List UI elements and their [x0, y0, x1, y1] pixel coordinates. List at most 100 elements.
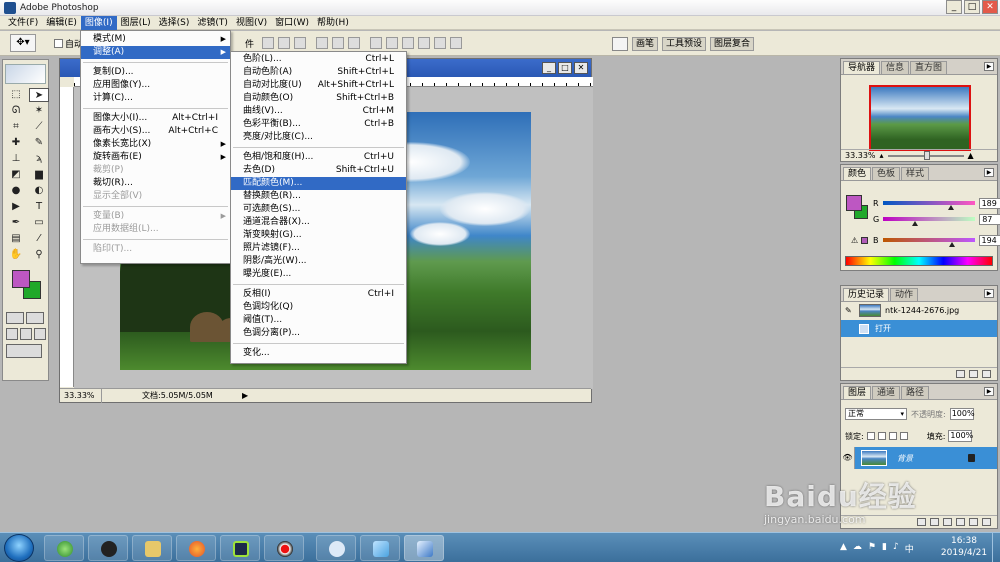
taskbar-app-firefox[interactable]: [176, 535, 216, 561]
tab-styles[interactable]: 样式: [901, 167, 930, 180]
panel-menu-icon[interactable]: ▶: [984, 289, 994, 298]
adjust_menu-item[interactable]: 渐变映射(G)...: [231, 229, 406, 242]
align-middle-icon[interactable]: [278, 37, 291, 49]
tab-navigator[interactable]: 导航器: [843, 61, 881, 74]
zoom-out-icon[interactable]: ▴: [880, 151, 884, 160]
taskbar-app-360[interactable]: [44, 535, 84, 561]
lock-position-icon[interactable]: [888, 432, 897, 440]
image_menu-item[interactable]: 复制(D)...: [81, 66, 230, 79]
standard-mode-icon[interactable]: [6, 312, 24, 324]
adjust_menu-item[interactable]: 通道混合器(X)...: [231, 216, 406, 229]
zoom-slider[interactable]: [887, 150, 964, 160]
image_menu-item[interactable]: 调整(A) ▶: [81, 46, 230, 59]
screen-mode-fullmenu-icon[interactable]: [20, 328, 32, 340]
delete-state-icon[interactable]: [982, 370, 991, 378]
align-center-icon[interactable]: [332, 37, 345, 49]
channel-slider-r[interactable]: [882, 201, 975, 210]
new-snapshot-icon[interactable]: [969, 370, 978, 378]
brush-tool-icon[interactable]: ✎: [29, 136, 49, 150]
taskbar-clock[interactable]: 16:38 2019/4/21: [936, 535, 992, 559]
adjust_menu-item[interactable]: 自动对比度(U) Alt+Shift+Ctrl+L: [231, 79, 406, 92]
tab-swatches[interactable]: 色板: [872, 167, 901, 180]
tray-ime-icon[interactable]: 中: [905, 542, 914, 555]
adjust_menu-item[interactable]: 照片滤镜(F)...: [231, 242, 406, 255]
align-left-icon[interactable]: [316, 37, 329, 49]
screen-mode-full-icon[interactable]: [34, 328, 46, 340]
slider-marker[interactable]: [949, 242, 956, 247]
close-button[interactable]: ✕: [982, 0, 998, 14]
navigator-zoom-value[interactable]: 33.33%: [845, 151, 876, 160]
adjust_menu-item[interactable]: 反相(I) Ctrl+I: [231, 288, 406, 301]
channel-value-b[interactable]: 194: [978, 234, 1000, 246]
taskbar-app-notes[interactable]: [360, 535, 400, 561]
menu-select[interactable]: 选择(S): [155, 16, 194, 30]
lock-all-icon[interactable]: [899, 432, 908, 440]
menu-window[interactable]: 窗口(W): [271, 16, 313, 30]
taskbar-app-photoshop[interactable]: [404, 535, 444, 561]
distribute-right-icon[interactable]: [450, 37, 463, 49]
channel-value-r[interactable]: 189: [978, 197, 1000, 209]
healing-brush-tool-icon[interactable]: ✚: [6, 136, 26, 150]
taskbar-app-explorer[interactable]: [132, 535, 172, 561]
pen-tool-icon[interactable]: ✒: [6, 216, 26, 230]
adjust_menu-item[interactable]: 色彩平衡(B)... Ctrl+B: [231, 118, 406, 131]
lasso-tool-icon[interactable]: ᘏ: [6, 104, 26, 118]
status-menu-arrow-icon[interactable]: ▶: [242, 391, 252, 400]
clone-stamp-tool-icon[interactable]: ⊥: [6, 152, 26, 166]
foreground-color-swatch[interactable]: [846, 195, 862, 211]
panel-menu-icon[interactable]: ▶: [984, 387, 994, 396]
adjust_menu-item[interactable]: 自动色阶(A) Shift+Ctrl+L: [231, 66, 406, 79]
menu-help[interactable]: 帮助(H): [313, 16, 353, 30]
adjust_menu-item[interactable]: 阴影/高光(W)...: [231, 255, 406, 268]
navigator-thumbnail[interactable]: [869, 85, 971, 151]
channel-value-g[interactable]: 87: [979, 213, 1000, 225]
adjust_menu-item[interactable]: 可选颜色(S)...: [231, 203, 406, 216]
slice-tool-icon[interactable]: ⟋: [29, 120, 49, 134]
magic-wand-tool-icon[interactable]: ✶: [29, 104, 49, 118]
channel-slider-g[interactable]: [883, 217, 976, 226]
adjust_menu-item[interactable]: 曲线(V)... Ctrl+M: [231, 105, 406, 118]
align-bottom-icon[interactable]: [294, 37, 307, 49]
zoom-slider-handle[interactable]: [923, 150, 930, 160]
dodge-tool-icon[interactable]: ◐: [29, 184, 49, 198]
screen-mode-standard-icon[interactable]: [6, 328, 18, 340]
image_menu-item[interactable]: 旋转画布(E) ▶: [81, 151, 230, 164]
image_menu-item[interactable]: 应用图像(Y)...: [81, 79, 230, 92]
file-browser-icon[interactable]: [612, 37, 628, 51]
crop-tool-icon[interactable]: ⌗: [6, 120, 26, 134]
menu-image[interactable]: 图像(I): [80, 15, 117, 30]
hand-tool-icon[interactable]: ✋: [6, 248, 26, 262]
distribute-left-icon[interactable]: [418, 37, 431, 49]
show-desktop-button[interactable]: [992, 533, 1000, 562]
opacity-field[interactable]: 100%: [949, 408, 975, 420]
zoom-in-icon[interactable]: ▲: [968, 151, 974, 160]
auto-select-option[interactable]: 自动: [54, 37, 83, 50]
auto-select-checkbox[interactable]: [54, 38, 63, 48]
adjust_menu-item[interactable]: 色相/饱和度(H)... Ctrl+U: [231, 151, 406, 164]
layer-row-background[interactable]: 👁 背景: [841, 447, 997, 469]
color-spectrum-bar[interactable]: [845, 256, 993, 266]
tab-info[interactable]: 信息: [881, 61, 910, 74]
gamut-warning-icon[interactable]: ⚠: [851, 236, 860, 245]
tab-actions[interactable]: 动作: [890, 288, 919, 301]
menu-view[interactable]: 视图(V): [232, 16, 271, 30]
gradient-tool-icon[interactable]: ▆: [29, 168, 49, 182]
lock-transparency-icon[interactable]: [866, 432, 875, 440]
adjust_menu-item[interactable]: 变化...: [231, 347, 406, 360]
image_menu-item[interactable]: 像素长宽比(X) ▶: [81, 138, 230, 151]
tab-color[interactable]: 颜色: [843, 167, 872, 180]
imageready-icon[interactable]: [6, 344, 42, 358]
channel-slider-b[interactable]: [882, 238, 975, 247]
history-state[interactable]: 打开: [841, 320, 997, 337]
image_menu-item[interactable]: 图像大小(I)... Alt+Ctrl+I: [81, 112, 230, 125]
foreground-color-swatch[interactable]: [12, 270, 30, 288]
type-tool-icon[interactable]: T: [29, 200, 49, 214]
minimize-button[interactable]: _: [946, 0, 962, 14]
zoom-level[interactable]: 33.33%: [60, 388, 102, 403]
tray-flag-icon[interactable]: ⚑: [868, 542, 876, 555]
tray-volume-icon[interactable]: ♪: [893, 542, 899, 555]
tab-layers[interactable]: 图层: [843, 386, 872, 399]
doc-minimize-button[interactable]: _: [542, 62, 556, 74]
eye-icon[interactable]: 👁: [841, 447, 855, 469]
adjust_menu-item[interactable]: 自动颜色(O) Shift+Ctrl+B: [231, 92, 406, 105]
